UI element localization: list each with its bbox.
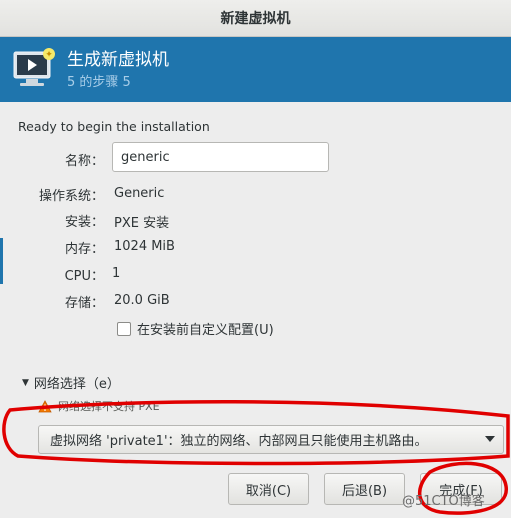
triangle-down-icon: ▼ (22, 377, 29, 388)
name-input[interactable] (112, 142, 329, 172)
warning-icon (38, 399, 52, 412)
cancel-button[interactable]: 取消(C) (228, 473, 309, 505)
banner-title: 生成新虚拟机 (67, 50, 169, 70)
customize-checkbox-label: 在安装前自定义配置(U) (137, 323, 274, 338)
watermark: @51CTO博客 (402, 494, 485, 509)
checkbox-box[interactable] (117, 321, 131, 336)
cancel-button-label: 取消(C) (245, 483, 292, 499)
network-expander[interactable]: ▼ 网络选择（e） (22, 373, 120, 392)
os-label: 操作系统： (38, 189, 104, 204)
install-label: 安装： (64, 215, 104, 230)
ready-text: Ready to begin the installation (18, 119, 210, 134)
window-titlebar: 新建虚拟机 (0, 0, 511, 37)
memory-label: 内存： (64, 242, 104, 257)
cpu-label: CPU： (64, 269, 104, 284)
wizard-banner: ✦ 生成新虚拟机 5 的步骤 5 (0, 37, 511, 102)
name-label: 名称： (64, 154, 104, 169)
svg-text:✦: ✦ (45, 50, 53, 60)
back-button-label: 后退(B) (341, 483, 388, 499)
window-title: 新建虚拟机 (220, 11, 291, 27)
customize-checkbox[interactable]: 在安装前自定义配置(U) (117, 319, 274, 338)
network-section-label: 网络选择（e） (33, 377, 120, 392)
os-value: Generic (114, 186, 165, 201)
network-select[interactable]: 虚拟网络 'private1'：独立的网络、内部网且只能使用主机路由。 (38, 425, 504, 454)
install-value: PXE 安装 (114, 216, 170, 231)
storage-value: 20.0 GiB (114, 293, 170, 308)
memory-value: 1024 MiB (114, 239, 175, 254)
cpu-value: 1 (112, 266, 121, 281)
storage-label: 存储： (64, 296, 104, 311)
network-warning-text: 网络选择不支持 PXE (58, 400, 160, 413)
monitor-icon: ✦ (13, 48, 55, 86)
back-button[interactable]: 后退(B) (324, 473, 405, 505)
network-warning: 网络选择不支持 PXE (38, 398, 160, 414)
left-edge-accent (0, 238, 3, 284)
banner-step: 5 的步骤 5 (67, 75, 131, 90)
dropdown-arrow-icon (485, 436, 495, 442)
network-select-value: 虚拟网络 'private1'：独立的网络、内部网且只能使用主机路由。 (50, 434, 428, 449)
